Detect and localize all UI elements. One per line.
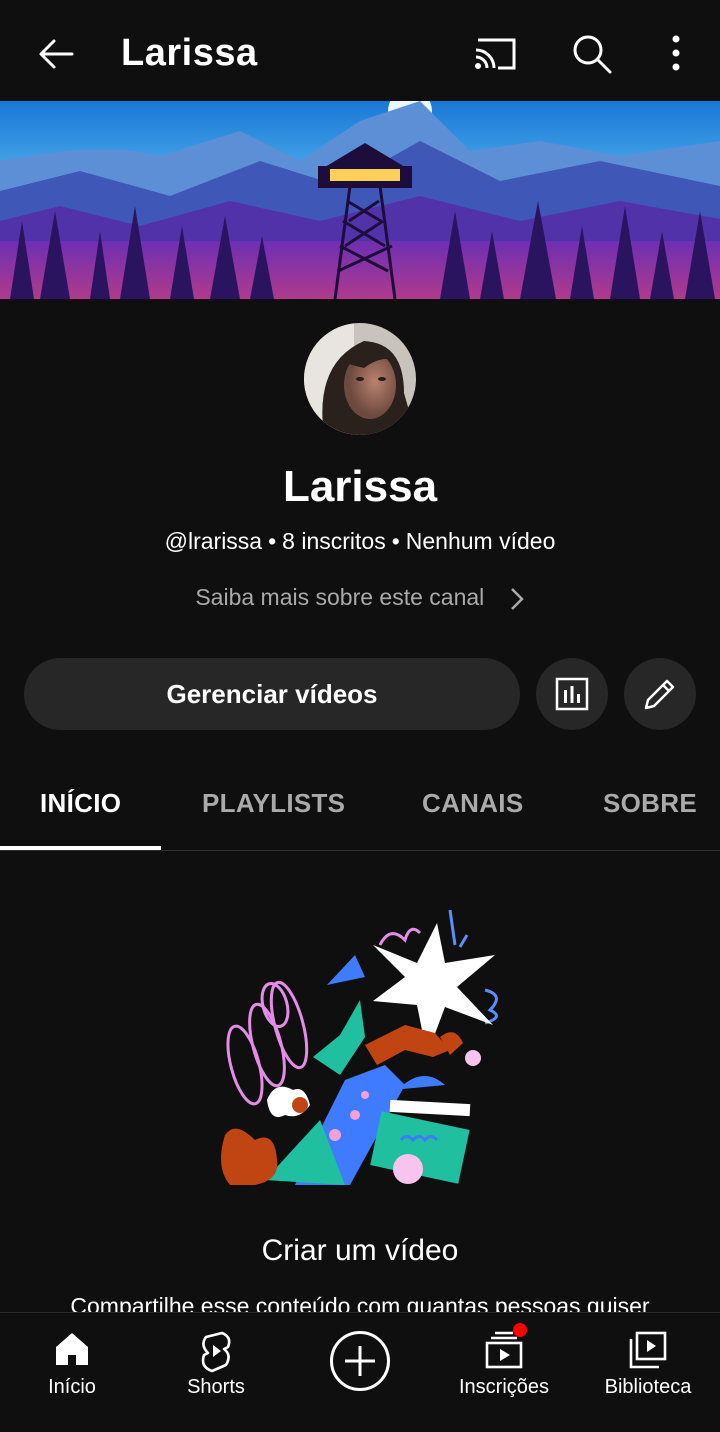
edit-channel-button[interactable] [624,658,696,730]
empty-state-title: Criar um vídeo [261,1234,459,1267]
channel-meta: @lrarissa • 8 inscritos • Nenhum vídeo [0,528,720,555]
tab-canais[interactable]: CANAIS [422,788,523,819]
nav-inicio[interactable]: Início [0,1313,144,1432]
home-icon [56,1333,88,1365]
tab-sobre[interactable]: SOBRE [603,788,697,819]
bottom-navigation: Início Shorts Inscrições Biblioteca [0,1312,720,1432]
nav-create[interactable] [288,1313,432,1432]
create-plus-icon [345,1346,375,1376]
analytics-button[interactable] [536,658,608,730]
app-bar: Larissa [0,0,720,101]
nav-label: Shorts [187,1376,245,1398]
nav-inscricoes[interactable]: Inscrições [432,1313,576,1432]
channel-avatar[interactable] [304,323,416,435]
tab-inicio[interactable]: INÍCIO [40,788,121,819]
channel-name: Larissa [282,462,438,511]
channel-banner [0,101,720,299]
nav-label: Biblioteca [604,1376,692,1398]
page-title: Larissa [121,32,258,74]
chevron-right-icon [510,588,524,610]
separator: • [268,528,277,554]
cast-icon[interactable] [472,32,520,76]
video-count: Nenhum vídeo [405,528,556,554]
tab-playlists[interactable]: PLAYLISTS [202,788,345,819]
nav-biblioteca[interactable]: Biblioteca [576,1313,720,1432]
separator: • [391,528,400,554]
back-arrow-icon[interactable] [34,32,78,76]
nav-label: Inscrições [458,1376,550,1398]
nav-label: Início [48,1376,96,1398]
shorts-icon [201,1331,231,1373]
channel-tabs: INÍCIO PLAYLISTS CANAIS SOBRE [0,760,720,851]
channel-handle: @lrarissa [164,528,263,554]
about-channel-label: Saiba mais sobre este canal [195,584,485,610]
create-video-illustration [221,909,498,1185]
nav-shorts[interactable]: Shorts [144,1313,288,1432]
subscriber-count: 8 inscritos [282,528,386,554]
pencil-icon [644,679,675,710]
search-icon[interactable] [568,30,616,78]
create-button [330,1331,390,1391]
about-channel-link[interactable]: Saiba mais sobre este canal [0,584,720,612]
manage-videos-button[interactable]: Gerenciar vídeos [24,658,520,730]
library-icon [629,1331,667,1369]
more-vert-icon[interactable] [660,30,692,78]
notification-badge [513,1323,527,1337]
analytics-icon [555,677,589,711]
active-tab-indicator [0,846,161,850]
